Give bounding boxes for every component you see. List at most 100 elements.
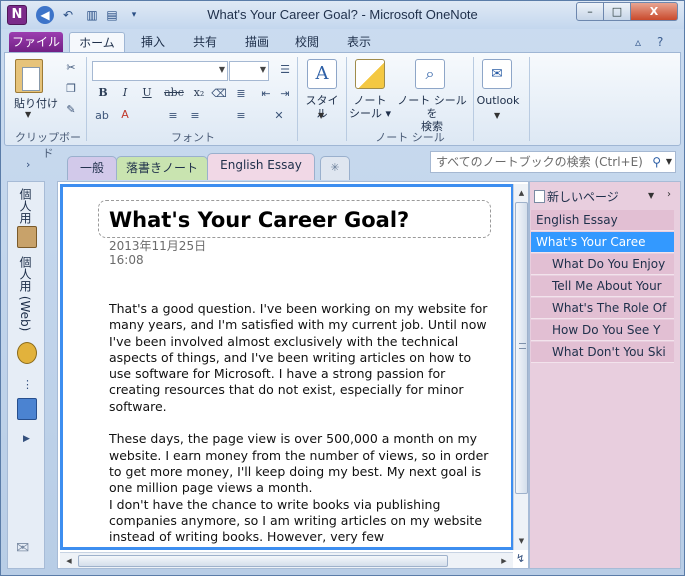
divider [86, 57, 87, 141]
paragraph[interactable]: I don't have the chance to write books v… [109, 497, 495, 546]
styles-icon[interactable]: A [307, 59, 337, 89]
tab-view[interactable]: 表示 [337, 32, 381, 53]
paste-button[interactable]: 貼り付け [14, 95, 58, 111]
minimize-ribbon-icon[interactable]: ▵ [635, 35, 641, 49]
horizontal-scrollbar[interactable]: ◀ ▶ [60, 552, 513, 568]
page-date-text: 2013年11月25日 [109, 239, 207, 253]
unfiled-notes-icon[interactable]: ✉ [16, 538, 29, 557]
search-input[interactable]: すべてのノートブックの検索 (Ctrl+E) ⚲ ▼ [430, 151, 676, 173]
align-left-icon[interactable]: ≡ [165, 109, 181, 122]
font-color-icon[interactable]: A [117, 108, 133, 121]
page-list-item[interactable]: Tell Me About Your [531, 276, 674, 297]
web-notebook-icon[interactable] [17, 342, 37, 364]
italic-button[interactable]: I [116, 86, 134, 99]
section-tab-english-essay[interactable]: English Essay [207, 153, 315, 180]
underline-button[interactable]: U [138, 86, 156, 99]
scroll-left-icon[interactable]: ◀ [62, 554, 76, 568]
page-list-item[interactable]: What Don't You Ski [531, 342, 674, 363]
copy-icon[interactable]: ❐ [63, 82, 79, 95]
tab-review[interactable]: 校閲 [285, 32, 329, 53]
indent-icon[interactable]: ⇤ [258, 87, 274, 100]
page-list-item[interactable]: What's Your Caree [531, 232, 674, 253]
clear-formatting-icon[interactable]: ⌫ [211, 87, 227, 100]
help-icon[interactable]: ? [657, 35, 663, 49]
font-family-select[interactable]: ▼ [92, 61, 228, 81]
open-notebooks-icon[interactable] [17, 398, 37, 420]
tab-home[interactable]: ホーム [69, 32, 125, 54]
subscript-button[interactable]: x₂ [189, 86, 209, 99]
page-list-item[interactable]: How Do You See Y [531, 320, 674, 341]
note-tag-button[interactable]: ノート シール ▾ [348, 94, 392, 120]
notebook-personal-web[interactable]: 個人用 (Web) [17, 256, 34, 331]
page-corner-icon[interactable]: ↯ [513, 552, 528, 565]
more-notebooks-icon[interactable]: ⋮ [22, 378, 33, 391]
expand-arrow-icon[interactable]: ▶ [23, 434, 30, 444]
bullets-icon[interactable]: ☰ [277, 63, 293, 76]
tab-insert[interactable]: 挿入 [131, 32, 175, 53]
new-section-icon[interactable]: ✳ [320, 156, 350, 180]
strikethrough-button[interactable]: abc [162, 86, 186, 99]
outlook-dropdown-icon[interactable]: ▼ [494, 111, 500, 120]
highlight-icon[interactable]: ab [94, 109, 110, 122]
tab-share[interactable]: 共有 [183, 32, 227, 53]
grip-icon [519, 343, 526, 349]
divider [297, 57, 298, 141]
page-canvas: What's Your Career Goal? 2013年11月25日 16:… [57, 181, 529, 569]
title-bar: N ◀ ↶ ▥ ▤ ▾ What's Your Career Goal? - M… [1, 1, 684, 29]
minimize-button[interactable]: – [576, 2, 604, 21]
new-page-button[interactable]: 新しいページ [534, 188, 619, 205]
chevron-down-icon: ▼ [218, 65, 225, 74]
divider [346, 57, 347, 141]
close-button[interactable]: X [630, 2, 678, 21]
search-icon[interactable]: ⚲ [652, 152, 661, 172]
page-title-box[interactable]: What's Your Career Goal? [98, 200, 491, 238]
page-list-item[interactable]: What Do You Enjoy [531, 254, 674, 275]
ribbon-home: 貼り付け ▼ ✂ ❐ ✎ クリップボード ▼ ▼ ☰ B I U abc x₂ … [4, 52, 681, 160]
tab-file[interactable]: ファイル [9, 32, 63, 53]
font-size-select[interactable]: ▼ [229, 61, 269, 81]
paragraph[interactable]: That's a good question. I've been workin… [109, 301, 495, 415]
page-list-item[interactable]: English Essay [531, 210, 674, 231]
collapse-page-list-icon[interactable]: › [667, 189, 671, 200]
new-page-dropdown-icon[interactable]: ▼ [648, 191, 654, 200]
format-painter-icon[interactable]: ✎ [63, 103, 79, 116]
outlook-icon[interactable]: ✉ [482, 59, 512, 89]
align-right-icon[interactable]: ≡ [187, 109, 203, 122]
outlook-button[interactable]: Outlook [473, 94, 523, 107]
paragraph[interactable]: These days, the page view is over 500,00… [109, 431, 495, 496]
section-tab-general[interactable]: 一般 [67, 156, 117, 180]
section-tab-scratch[interactable]: 落書きノート [116, 156, 208, 180]
alignment-icon[interactable]: ≡ [233, 109, 249, 122]
search-scope-dropdown-icon[interactable]: ▼ [666, 152, 672, 172]
cut-icon[interactable]: ✂ [63, 61, 79, 74]
scroll-thumb[interactable] [78, 555, 448, 567]
note-tag-icon[interactable] [355, 59, 385, 89]
page-list: 新しいページ ▼ › English Essay What's Your Care… [529, 181, 681, 569]
find-tags-icon[interactable]: ⌕ [415, 59, 445, 89]
new-page-label: 新しいページ [547, 190, 619, 204]
paste-icon[interactable] [15, 59, 43, 93]
styles-dropdown-icon[interactable]: ▼ [318, 111, 324, 120]
numbering-icon[interactable]: ≣ [233, 87, 249, 100]
page-title[interactable]: What's Your Career Goal? [109, 208, 409, 232]
notebook-personal[interactable]: 個人用 [17, 188, 34, 224]
page-list-item[interactable]: What's The Role Of [531, 298, 674, 319]
tab-draw[interactable]: 描画 [235, 32, 279, 53]
scroll-down-icon[interactable]: ▼ [515, 534, 528, 548]
ribbon-tab-row: ファイル ホーム 挿入 共有 描画 校閲 表示 ▵ ? [1, 29, 684, 54]
notebook-book-icon[interactable] [17, 226, 37, 248]
note-body[interactable]: That's a good question. I've been workin… [109, 301, 495, 547]
font-group-label: フォント [171, 131, 215, 144]
paste-dropdown-icon[interactable]: ▼ [25, 110, 31, 119]
maximize-button[interactable]: □ [603, 2, 631, 21]
scroll-right-icon[interactable]: ▶ [497, 554, 511, 568]
vertical-scrollbar[interactable]: ▲ ▼ [513, 184, 528, 550]
scroll-up-icon[interactable]: ▲ [515, 186, 528, 200]
outdent-icon[interactable]: ⇥ [277, 87, 293, 100]
chevron-down-icon: ▼ [259, 65, 266, 74]
find-tags-button[interactable]: ノート シールを 検索 [395, 94, 469, 133]
bold-button[interactable]: B [94, 86, 112, 99]
expand-notebook-pane-icon[interactable]: › [26, 158, 30, 171]
scroll-thumb[interactable] [515, 202, 528, 494]
delete-icon[interactable]: ✕ [271, 109, 287, 122]
